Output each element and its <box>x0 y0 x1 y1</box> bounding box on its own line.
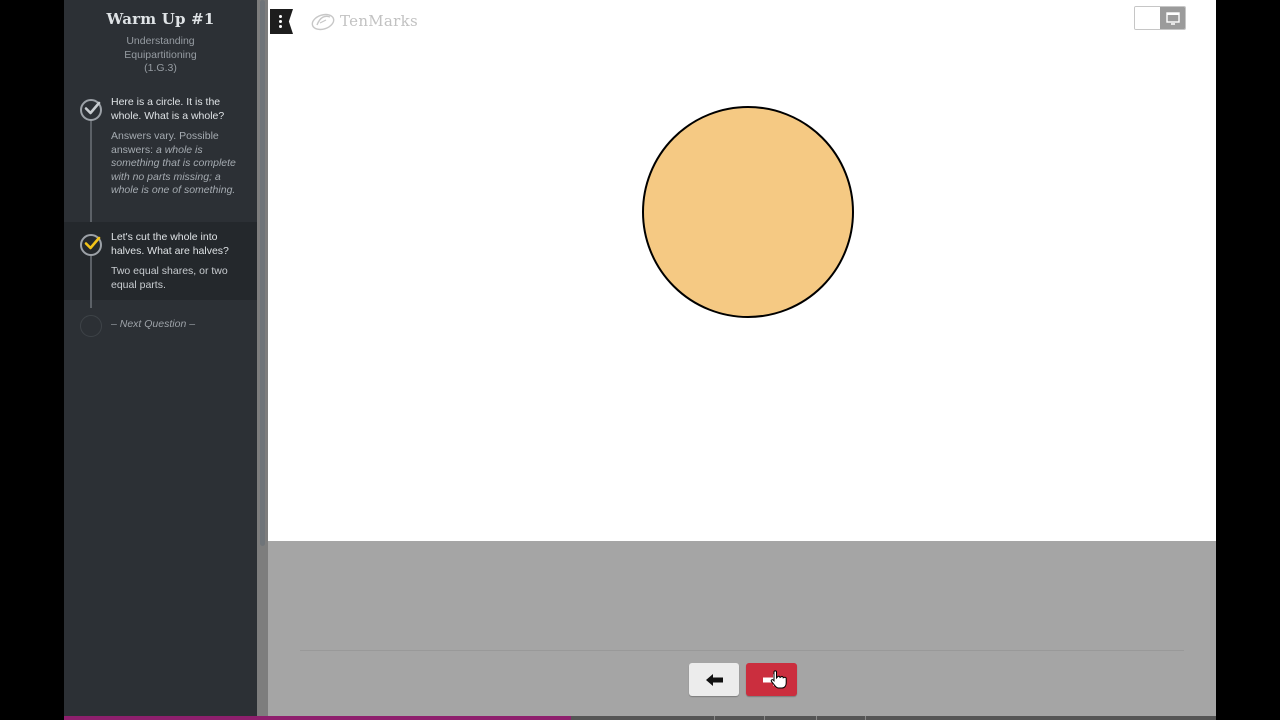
step-2-question: Let's cut the whole into halves. What ar… <box>111 231 229 257</box>
sidebar-scrollbar[interactable] <box>260 0 265 546</box>
vertical-dots-icon <box>279 15 282 30</box>
brand-name: TenMarks <box>340 12 419 30</box>
whole-circle-shape[interactable] <box>641 105 855 319</box>
step-connector-line <box>90 252 92 308</box>
step-2-answer: Two equal shares, or two equal parts. <box>111 265 228 291</box>
progress-tick <box>865 716 866 720</box>
next-question-circle-icon <box>80 315 102 337</box>
arrow-left-icon <box>706 674 723 686</box>
menu-button[interactable] <box>270 9 293 34</box>
step-1-answer: Answers vary. Possible answers: a whole … <box>111 130 246 198</box>
step-connector-line <box>90 120 92 226</box>
lesson-subtitle: Understanding Equipartitioning <box>124 35 197 61</box>
lesson-progress-fill <box>64 716 571 720</box>
next-question-link[interactable]: – Next Question – <box>111 318 195 330</box>
tenmarks-logo-icon <box>311 13 335 31</box>
view-toggle-on[interactable] <box>1160 7 1185 29</box>
hand-pointer-icon <box>770 670 787 689</box>
progress-tick <box>764 716 765 720</box>
step-1-question: Here is a circle. It is the whole. What … <box>111 96 225 122</box>
lesson-player: Warm Up #1 Understanding Equipartitionin… <box>64 0 1216 720</box>
lesson-standard-code: (1.G.3) <box>144 62 177 74</box>
lesson-title: Warm Up #1 <box>106 10 215 28</box>
back-button[interactable] <box>689 663 739 696</box>
brand: TenMarks <box>310 10 418 32</box>
lesson-sidebar: Warm Up #1 Understanding Equipartitionin… <box>64 0 257 716</box>
step-2-check-icon <box>80 234 102 256</box>
whiteboard-canvas[interactable]: TenMarks <box>268 0 1216 541</box>
step-1-check-icon <box>80 99 102 121</box>
view-toggle-off[interactable] <box>1135 7 1160 29</box>
forward-button[interactable] <box>746 663 797 696</box>
presentation-screen-icon <box>1166 12 1180 25</box>
step-1[interactable]: Here is a circle. It is the whole. What … <box>64 90 257 226</box>
footer-divider <box>300 650 1184 651</box>
progress-tick <box>816 716 817 720</box>
step-2[interactable]: Let's cut the whole into halves. What ar… <box>64 222 257 308</box>
progress-tick <box>714 716 715 720</box>
lesson-progress-bar <box>64 716 1216 720</box>
view-toggle[interactable] <box>1134 6 1186 30</box>
